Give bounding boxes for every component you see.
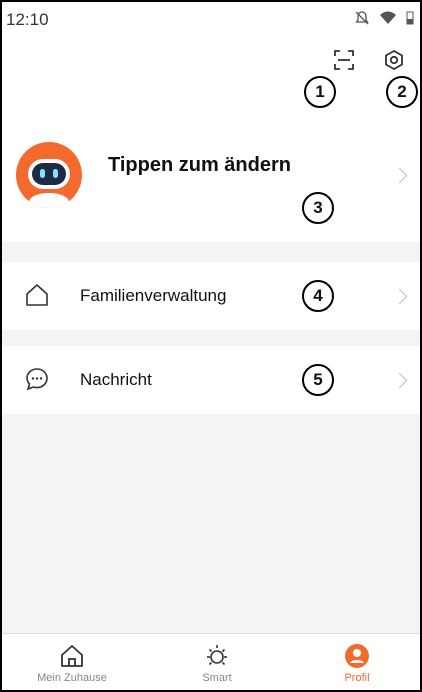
nav-item-smart[interactable]: Smart bbox=[157, 634, 277, 690]
chevron-right-icon bbox=[391, 167, 408, 184]
annotation-badge-1: 1 bbox=[304, 76, 336, 108]
profile-header: 1 2 bbox=[2, 32, 420, 142]
bottom-navigation: Mein Zuhause Smart Profil bbox=[2, 633, 420, 690]
notifications-off-icon bbox=[355, 11, 369, 25]
menu-item-label: Nachricht bbox=[80, 370, 152, 389]
status-time: 12:10 bbox=[6, 10, 49, 29]
annotation-badge-2: 2 bbox=[386, 76, 418, 108]
nav-label: Profil bbox=[344, 672, 370, 684]
nav-item-mein-zuhause[interactable]: Mein Zuhause bbox=[12, 634, 132, 690]
nav-item-profil[interactable]: Profil bbox=[297, 634, 417, 690]
menu-item-nachricht[interactable]: Nachricht 5 bbox=[2, 346, 420, 414]
status-bar: 12:10 bbox=[2, 2, 420, 32]
menu-item-familienverwaltung[interactable]: Familienverwaltung 4 bbox=[2, 262, 420, 330]
home-icon bbox=[61, 645, 83, 667]
wifi-icon bbox=[380, 11, 396, 24]
status-icons bbox=[354, 10, 414, 26]
settings-icon[interactable] bbox=[380, 46, 408, 74]
nav-label: Smart bbox=[202, 672, 232, 684]
profile-icon bbox=[345, 644, 369, 668]
sun-icon bbox=[207, 645, 227, 666]
phone-screen: 12:10 1 2 Tippen zum ändern 3 Familienve… bbox=[0, 0, 422, 692]
annotation-badge-4: 4 bbox=[302, 280, 334, 312]
profile-name: Tippen zum ändern bbox=[108, 154, 291, 176]
chevron-right-icon bbox=[391, 288, 408, 305]
chat-bubble-icon bbox=[26, 368, 48, 391]
nav-label: Mein Zuhause bbox=[37, 672, 107, 684]
annotation-badge-3: 3 bbox=[302, 192, 334, 224]
chevron-right-icon bbox=[391, 372, 408, 389]
battery-icon bbox=[406, 11, 414, 25]
scan-icon[interactable] bbox=[330, 46, 358, 74]
home-outline-icon bbox=[26, 284, 48, 306]
profile-card[interactable]: Tippen zum ändern 3 bbox=[2, 142, 420, 242]
menu-item-label: Familienverwaltung bbox=[80, 286, 227, 305]
annotation-badge-5: 5 bbox=[302, 364, 334, 396]
robot-avatar bbox=[16, 142, 82, 208]
